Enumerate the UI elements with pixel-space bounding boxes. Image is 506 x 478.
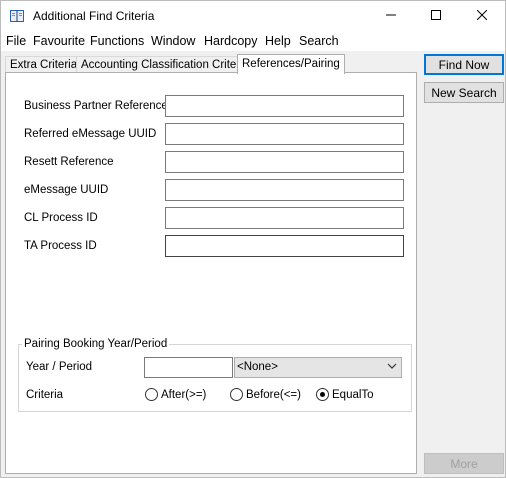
references-pairing-panel: Business Partner Reference Referred eMes… [5,72,417,474]
period-select-value: <None> [237,361,278,373]
minimize-icon [386,9,396,23]
menu-search[interactable]: Search [299,34,339,48]
menu-hardcopy[interactable]: Hardcopy [204,34,258,48]
menu-file[interactable]: File [6,34,26,48]
chevron-down-icon [387,360,397,375]
cl-process-id-label: CL Process ID [24,212,98,224]
period-select[interactable]: <None> [234,357,402,378]
radio-after-circle [145,388,158,401]
ta-process-id-label: TA Process ID [24,240,97,252]
radio-after-label: After(>=) [161,388,207,401]
ta-process-id-input[interactable] [165,235,404,257]
tab-references-pairing[interactable]: References/Pairing [237,54,345,74]
resett-reference-label: Resett Reference [24,156,114,168]
maximize-icon [431,9,441,23]
resett-reference-input[interactable] [165,151,404,173]
pairing-booking-group [18,344,412,412]
radio-after[interactable]: After(>=) [145,388,206,401]
title-bar[interactable]: Additional Find Criteria [1,1,505,32]
business-partner-reference-input[interactable] [165,95,404,117]
close-icon [476,9,488,23]
window-title: Additional Find Criteria [33,9,155,23]
year-period-label: Year / Period [26,361,93,373]
dialog-window: Additional Find Criteria File Favourite … [0,0,506,478]
pairing-group-title: Pairing Booking Year/Period [22,338,170,350]
maximize-button[interactable] [413,1,459,31]
radio-before-circle [230,388,243,401]
referred-emessage-uuid-input[interactable] [165,123,404,145]
menu-help[interactable]: Help [265,34,291,48]
radio-before[interactable]: Before(<=) [230,388,301,401]
menu-window[interactable]: Window [151,34,195,48]
new-search-button[interactable]: New Search [424,82,504,103]
find-now-button[interactable]: Find Now [424,54,504,75]
menu-bar: File Favourite Functions Window Hardcopy… [1,32,505,51]
more-button[interactable]: More [424,453,504,474]
book-icon [9,8,25,24]
close-button[interactable] [459,1,505,31]
menu-favourite[interactable]: Favourite [33,34,85,48]
minimize-button[interactable] [368,1,414,31]
emessage-uuid-label: eMessage UUID [24,184,109,196]
menu-functions[interactable]: Functions [90,34,144,48]
radio-equal-to[interactable]: EqualTo [316,388,374,401]
radio-before-label: Before(<=) [246,388,301,401]
criteria-label: Criteria [26,389,64,401]
year-period-input[interactable] [144,357,233,378]
business-partner-reference-label: Business Partner Reference [24,100,168,112]
referred-emessage-uuid-label: Referred eMessage UUID [24,128,157,140]
radio-equal-to-label: EqualTo [332,388,374,401]
emessage-uuid-input[interactable] [165,179,404,201]
radio-equal-to-circle [316,388,329,401]
cl-process-id-input[interactable] [165,207,404,229]
